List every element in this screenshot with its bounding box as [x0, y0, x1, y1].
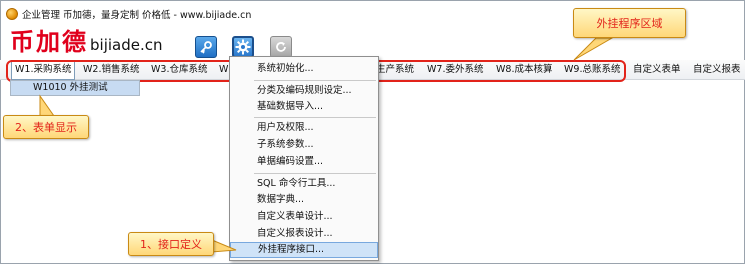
callout-plugin-region: 外挂程序区域: [573, 8, 686, 38]
callout-interface-def: 1、接口定义: [128, 232, 214, 256]
pointer-plugin-region: [573, 37, 614, 61]
pointer-interface-def: [211, 239, 237, 253]
pointer-form-display: [39, 94, 55, 117]
callout-form-display: 2、表单显示: [3, 115, 89, 139]
callout-pointers: [39, 37, 614, 253]
